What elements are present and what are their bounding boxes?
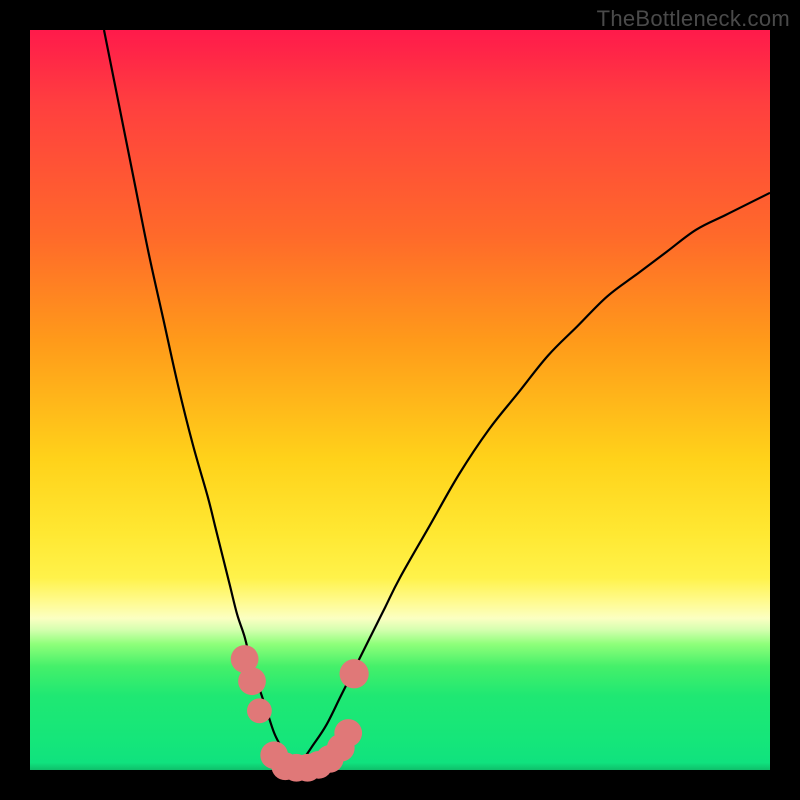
plot-area bbox=[30, 30, 770, 770]
marker-dot bbox=[340, 659, 369, 688]
right-curve bbox=[296, 193, 770, 770]
marker-dot bbox=[247, 698, 272, 723]
watermark-text: TheBottleneck.com bbox=[597, 6, 790, 32]
marker-dot bbox=[334, 719, 362, 747]
curve-layer bbox=[30, 30, 770, 770]
chart-frame: TheBottleneck.com bbox=[0, 0, 800, 800]
left-curve bbox=[104, 30, 296, 770]
trough-markers bbox=[231, 645, 369, 782]
marker-dot bbox=[238, 667, 266, 695]
